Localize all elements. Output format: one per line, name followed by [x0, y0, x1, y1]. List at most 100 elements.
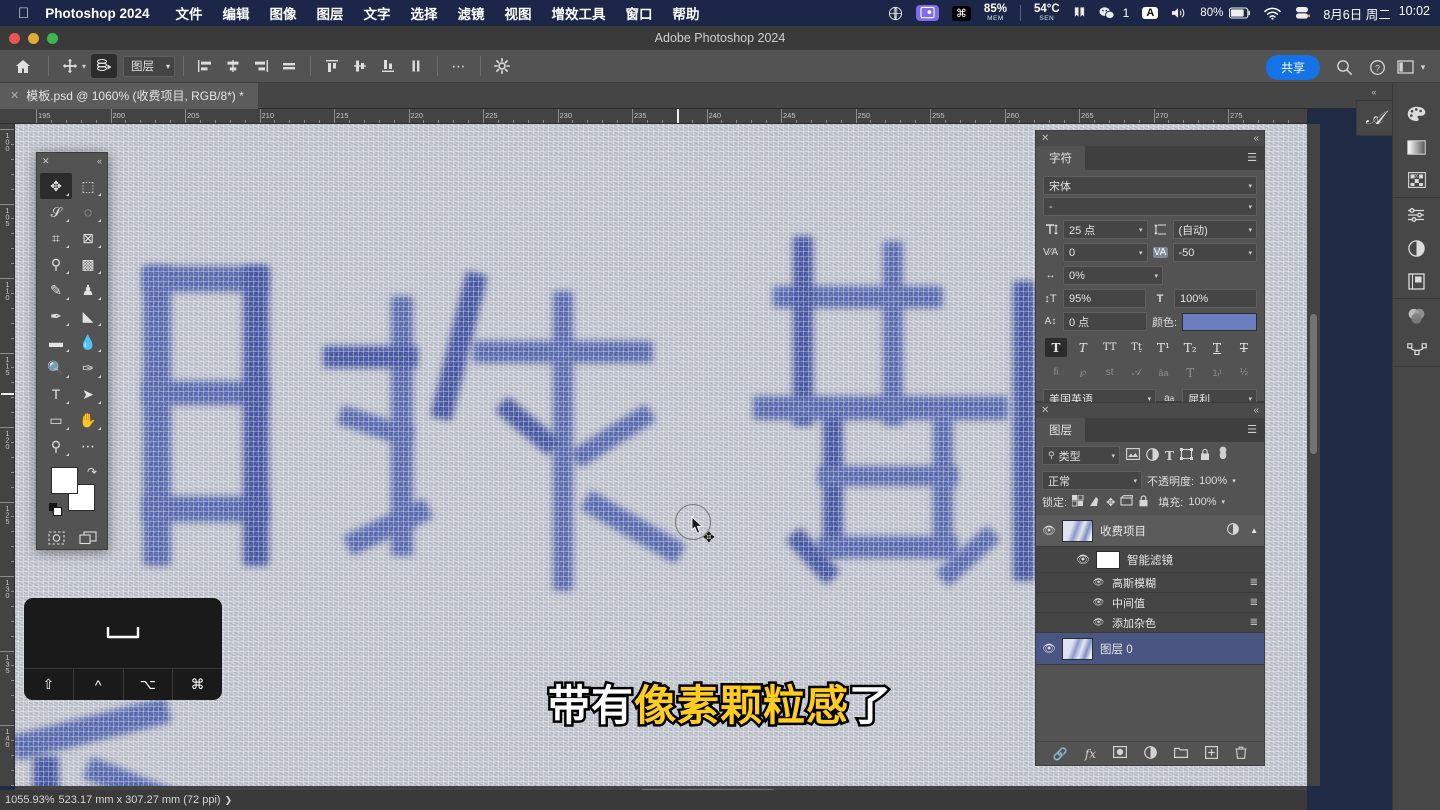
v-scrollbar-thumb[interactable] [1310, 314, 1317, 454]
adjustment-layer-icon[interactable] [1144, 745, 1157, 762]
close-icon[interactable]: ✕ [1041, 133, 1049, 144]
strikethrough-button[interactable]: T [1233, 338, 1255, 357]
text-color-swatch[interactable] [1182, 312, 1257, 331]
workspace-chevron-icon[interactable]: ▾ [1412, 56, 1434, 78]
wechat-icon[interactable]: 1 [1099, 6, 1129, 20]
layer-visibility-icon[interactable]: 👁 [1042, 524, 1056, 537]
align-top-icon[interactable] [319, 54, 345, 78]
libraries-icon[interactable] [1404, 270, 1430, 292]
menu-item-filter[interactable]: 滤镜 [458, 3, 485, 23]
menu-item-select[interactable]: 选择 [411, 3, 438, 23]
v-scrollbar[interactable] [1307, 124, 1320, 786]
layer-filter-dropdown[interactable]: ⚲ 类型 ▾ [1042, 446, 1120, 465]
new-layer-icon[interactable] [1205, 745, 1219, 762]
auto-select-icon[interactable] [91, 54, 118, 78]
globe-icon[interactable] [888, 6, 903, 21]
memory-indicator[interactable]: 85% MEM [984, 3, 1007, 22]
table-row[interactable]: 👁 智能滤镜 [1036, 547, 1264, 573]
type-tool[interactable]: T [40, 381, 72, 407]
align-center-h-icon[interactable] [220, 54, 246, 78]
help-icon[interactable]: ? [1366, 56, 1388, 78]
chevron-right-icon[interactable]: ❯ [225, 795, 233, 806]
menu-item-layer[interactable]: 图层 [317, 3, 344, 23]
apple-icon[interactable]:  [18, 6, 29, 21]
lock-all-icon[interactable] [1138, 494, 1149, 510]
table-row[interactable]: 👁 中间值 ≣ [1036, 593, 1264, 613]
collapse-icon[interactable]: « [1392, 168, 1440, 182]
menu-item-plugins[interactable]: 增效工具 [552, 3, 606, 23]
default-colors-icon[interactable] [49, 503, 62, 516]
distribute-h-icon[interactable] [276, 54, 302, 78]
gear-icon[interactable] [489, 54, 515, 78]
faux-bold-button[interactable]: T [1045, 338, 1067, 357]
chevron-down-icon[interactable]: ▾ [1232, 477, 1236, 485]
layer-name[interactable]: 添加杂色 [1112, 615, 1156, 631]
menu-item-type[interactable]: 文字 [364, 3, 391, 23]
opacity-value[interactable]: 100% [1199, 475, 1227, 487]
horizontal-ruler[interactable]: 195 200 205 210 215 220 225 230 235 240 245 250 255 2… [0, 109, 1307, 124]
contextual-alternates-button[interactable]: ℘ [1072, 363, 1094, 382]
distribute-v-icon[interactable] [403, 54, 429, 78]
chevron-up-icon[interactable]: ▲ [1250, 526, 1258, 535]
lock-transparency-icon[interactable] [1071, 494, 1084, 510]
eraser-tool[interactable]: ◣ [72, 303, 104, 329]
font-family-dropdown[interactable]: 宋体 ▾ [1043, 176, 1257, 195]
shape-filter-icon[interactable] [1179, 448, 1193, 463]
layer-visibility-icon[interactable]: 👁 [1092, 577, 1105, 588]
half-circle-icon[interactable] [1404, 237, 1430, 259]
swap-colors-icon[interactable]: ↷ [87, 465, 97, 479]
history-brush-tool[interactable]: ✒ [40, 303, 72, 329]
fill-value[interactable]: 100% [1188, 496, 1216, 508]
smart-object-filter-icon[interactable] [1199, 448, 1211, 464]
layer-mask-icon[interactable] [1113, 746, 1128, 761]
tools-panel-header[interactable]: ✕ « [37, 153, 107, 169]
volume-icon[interactable] [1171, 6, 1187, 20]
close-icon[interactable]: ✕ [10, 89, 19, 102]
panel-menu-icon[interactable]: ☰ [1247, 152, 1264, 164]
collapse-icon[interactable]: « [1253, 133, 1259, 144]
filter-toggle-icon[interactable] [1217, 446, 1229, 465]
search-icon[interactable] [1333, 56, 1355, 78]
share-button[interactable]: 共享 [1265, 55, 1320, 80]
close-icon[interactable]: ✕ [42, 156, 50, 167]
brush-tool[interactable]: ✎ [40, 277, 72, 303]
leading-field[interactable]: (自动) ▾ [1172, 220, 1257, 239]
collapse-icon[interactable]: « [1356, 85, 1392, 99]
faux-italic-button[interactable]: T [1072, 338, 1094, 357]
screen-mirror-icon[interactable] [915, 5, 939, 21]
kerning-field[interactable]: 0 ▾ [1063, 243, 1148, 262]
status-zoom[interactable]: 1055.93% [5, 794, 55, 806]
layer-thumbnail[interactable] [1062, 637, 1093, 660]
gradient-tool[interactable]: ▬ [40, 329, 72, 355]
command-key-icon[interactable]: ⌘ [951, 5, 971, 21]
collapse-icon[interactable]: « [1253, 405, 1259, 416]
hand-tool[interactable]: ✋ [72, 407, 104, 433]
horizontal-scale-field[interactable]: 100% [1174, 289, 1257, 308]
clone-stamp-tool[interactable]: ♟ [72, 277, 104, 303]
eyedropper-tool[interactable]: ⚲ [40, 251, 72, 277]
window-close-button[interactable] [9, 33, 20, 44]
blur-tool[interactable]: 💧 [72, 329, 104, 355]
baseline-shift-field[interactable]: 0 点 [1063, 312, 1147, 331]
battery-icon[interactable]: 80% [1200, 7, 1251, 19]
ellipsis-icon[interactable]: ⋯ [446, 54, 472, 78]
filter-options-icon[interactable]: ≣ [1250, 597, 1258, 608]
layer-visibility-icon[interactable]: 👁 [1092, 597, 1105, 608]
menu-item-help[interactable]: 帮助 [673, 3, 700, 23]
move-tool-icon[interactable] [57, 54, 83, 78]
paths-icon[interactable] [1404, 338, 1430, 360]
layer-visibility-icon[interactable]: 👁 [1076, 553, 1090, 566]
lock-artboard-icon[interactable] [1120, 495, 1134, 509]
menu-item-image[interactable]: 图像 [270, 3, 297, 23]
standard-ligatures-button[interactable]: fi [1045, 363, 1067, 382]
menu-item-edit[interactable]: 编辑 [223, 3, 250, 23]
clock[interactable]: 8月6日 周二 10:02 [1323, 4, 1430, 23]
smart-filters-mask-thumbnail[interactable] [1096, 550, 1120, 569]
tab-character[interactable]: 字符 [1036, 146, 1085, 170]
wifi-icon[interactable] [1264, 7, 1282, 20]
discretionary-ligatures-button[interactable]: st [1099, 363, 1121, 382]
layer-name[interactable]: 高斯模糊 [1112, 575, 1156, 591]
titling-alternates-button[interactable]: T [1179, 363, 1201, 382]
small-caps-button[interactable]: Tṭ [1126, 338, 1148, 357]
type-glyph-icon[interactable]: 𝒜 [1356, 100, 1392, 136]
